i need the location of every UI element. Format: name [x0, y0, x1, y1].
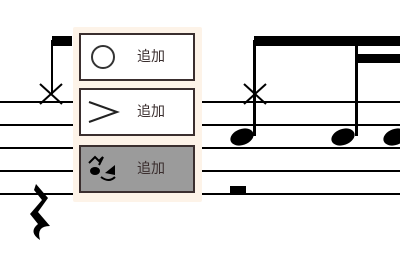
quarter-rest[interactable] — [30, 184, 50, 240]
menu-item-accent[interactable]: 追加 — [79, 88, 195, 136]
beam-group[interactable] — [253, 36, 400, 136]
whole-rest[interactable] — [230, 186, 246, 194]
accent-icon — [88, 101, 120, 123]
hihat-note-left[interactable] — [39, 36, 72, 105]
circle-icon — [91, 45, 115, 69]
menu-item-ghost-note[interactable]: 追加 — [79, 145, 195, 193]
ghost-note-icon — [88, 155, 116, 181]
menu-item-label: 追加 — [137, 104, 165, 120]
menu-item-label: 追加 — [137, 161, 165, 177]
menu-item-circle[interactable]: 追加 — [79, 33, 195, 81]
menu-item-label: 追加 — [137, 49, 165, 65]
note-type-menu: 追加 追加 追加 — [73, 27, 202, 202]
